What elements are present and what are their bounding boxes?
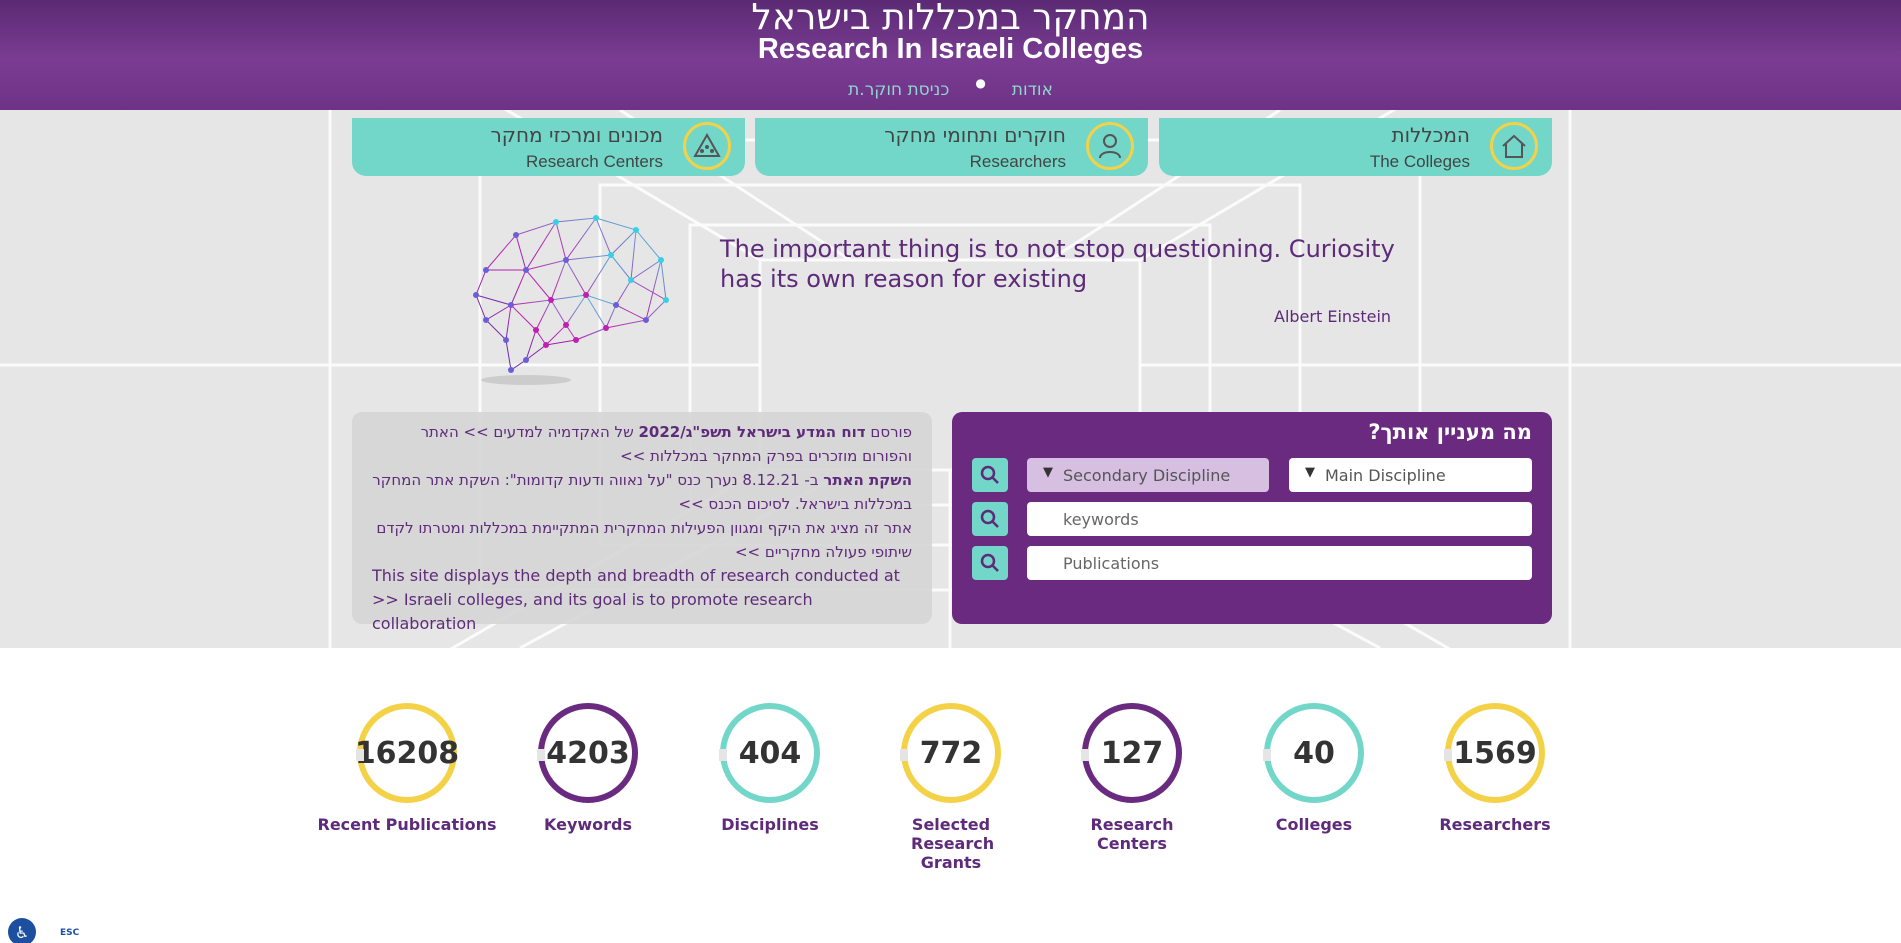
- news-item-site-description-english: This site displays the depth and breadth…: [372, 564, 912, 636]
- stat-ring: 127: [1081, 703, 1182, 803]
- main-discipline-value: Main Discipline: [1325, 465, 1446, 485]
- category-label-english: The Colleges: [1369, 152, 1470, 171]
- top-nav: אודות ● כניסת חוקר.ת: [0, 76, 1901, 100]
- accessibility-icon[interactable]: ♿: [8, 918, 36, 943]
- news-link-site-description-hebrew[interactable]: אתר זה מציג את היקף ומגוון הפעילות המחקר…: [376, 519, 912, 561]
- nav-about-link[interactable]: אודות: [1012, 80, 1053, 100]
- news-item-site-launch: השקת האתר ב- 8.12.21 נערך כנס "על נאווה …: [372, 468, 912, 516]
- category-label-english: Researchers: [969, 152, 1066, 171]
- secondary-discipline-select[interactable]: ▼ Secondary Discipline: [1027, 458, 1269, 492]
- search-panel: מה מעניין אותך? ▼ Secondary Discipline ▼…: [952, 412, 1552, 624]
- stat-label: Keywords: [543, 815, 633, 834]
- stat-value: 127: [1100, 735, 1164, 771]
- hero-section: המכללות The Colleges חוקרים ותחומי מחקר …: [0, 110, 1901, 648]
- search-icon: [980, 553, 999, 572]
- stat-value: 404: [738, 735, 802, 771]
- category-researchers[interactable]: חוקרים ותחומי מחקר Researchers: [755, 118, 1148, 176]
- stat-ring: 404: [719, 703, 820, 803]
- nav-researcher-login-link[interactable]: כניסת חוקר.ת: [848, 80, 949, 100]
- stat-keywords[interactable]: 4203 Keywords: [498, 703, 678, 834]
- stat-label: Researchers: [1439, 815, 1551, 834]
- news-item-science-report: פורסם דוח המדע בישראל תשפ"ג/2022 של האקד…: [372, 420, 912, 468]
- stat-researchers[interactable]: 1569 Researchers: [1405, 703, 1585, 834]
- einstein-quote: The important thing is to not stop quest…: [720, 235, 1395, 293]
- dropdown-arrow-icon: ▼: [1305, 465, 1315, 480]
- news-link-site-description-english[interactable]: This site displays the depth and breadth…: [372, 566, 900, 633]
- site-title-english: Research In Israeli Colleges: [757, 33, 1144, 65]
- stat-ring: 40: [1263, 703, 1364, 803]
- stat-label: Colleges: [1275, 815, 1353, 834]
- news-bold-text: השקת האתר: [823, 471, 912, 489]
- keywords-input[interactable]: [1027, 502, 1532, 536]
- dropdown-arrow-icon: ▼: [1043, 465, 1053, 480]
- news-box: פורסם דוח המדע בישראל תשפ"ג/2022 של האקד…: [352, 412, 932, 633]
- category-colleges[interactable]: המכללות The Colleges: [1159, 118, 1552, 176]
- network-icon: [683, 122, 731, 170]
- stat-recent-publications[interactable]: 16208 Recent Publications: [317, 703, 497, 834]
- stat-ring: 1569: [1444, 703, 1545, 803]
- news-item-site-description-hebrew: אתר זה מציג את היקף ומגוון הפעילות המחקר…: [372, 516, 912, 564]
- category-label-hebrew: מכונים ומרכזי מחקר: [490, 123, 664, 147]
- category-label-hebrew: חוקרים ותחומי מחקר: [884, 123, 1066, 147]
- stat-ring: 4203: [537, 703, 638, 803]
- search-icon: [980, 465, 999, 484]
- keywords-search-button[interactable]: [972, 502, 1008, 536]
- stat-label: Disciplines: [721, 815, 819, 834]
- stat-label: Research Centers: [1090, 815, 1174, 853]
- stat-label: Selected Research Grants: [911, 815, 995, 872]
- search-title: מה מעניין אותך?: [1368, 420, 1532, 444]
- brain-network-illustration: [473, 215, 669, 385]
- stat-label: Recent Publications: [317, 815, 497, 834]
- quote-author: Albert Einstein: [1274, 307, 1392, 326]
- nav-separator: ●: [975, 76, 986, 90]
- stat-value: 1569: [1453, 735, 1537, 771]
- stat-selected-research-grants[interactable]: 772 Selected Research Grants: [861, 703, 1041, 872]
- person-icon: [1086, 122, 1134, 170]
- tunnel-background: [0, 110, 1901, 648]
- esc-label: ESC: [60, 928, 80, 938]
- home-icon: [1490, 122, 1538, 170]
- stat-value: 772: [919, 735, 983, 771]
- news-bold-text: דוח המדע בישראל תשפ"ג/2022: [638, 423, 866, 441]
- site-header: המחקר במכללות בישראל Research In Israeli…: [0, 0, 1901, 110]
- stat-value: 16208: [354, 735, 460, 771]
- category-research-centers[interactable]: מכונים ומרכזי מחקר Research Centers: [352, 118, 745, 176]
- stat-value: 40: [1293, 735, 1335, 771]
- main-discipline-select[interactable]: ▼ Main Discipline: [1289, 458, 1532, 492]
- stat-colleges[interactable]: 40 Colleges: [1224, 703, 1404, 834]
- category-label-hebrew: המכללות: [1391, 123, 1470, 147]
- category-label-english: Research Centers: [525, 152, 663, 171]
- discipline-search-button[interactable]: [972, 458, 1008, 492]
- publications-input[interactable]: [1027, 546, 1532, 580]
- stat-research-centers[interactable]: 127 Research Centers: [1042, 703, 1222, 853]
- news-text: פורסם: [870, 423, 912, 441]
- search-icon: [980, 509, 999, 528]
- secondary-discipline-value: Secondary Discipline: [1063, 465, 1231, 485]
- publications-search-button[interactable]: [972, 546, 1008, 580]
- stat-value: 4203: [546, 735, 630, 771]
- stat-ring: 16208: [354, 703, 460, 803]
- stat-ring: 772: [900, 703, 1001, 803]
- stat-disciplines[interactable]: 404 Disciplines: [680, 703, 860, 834]
